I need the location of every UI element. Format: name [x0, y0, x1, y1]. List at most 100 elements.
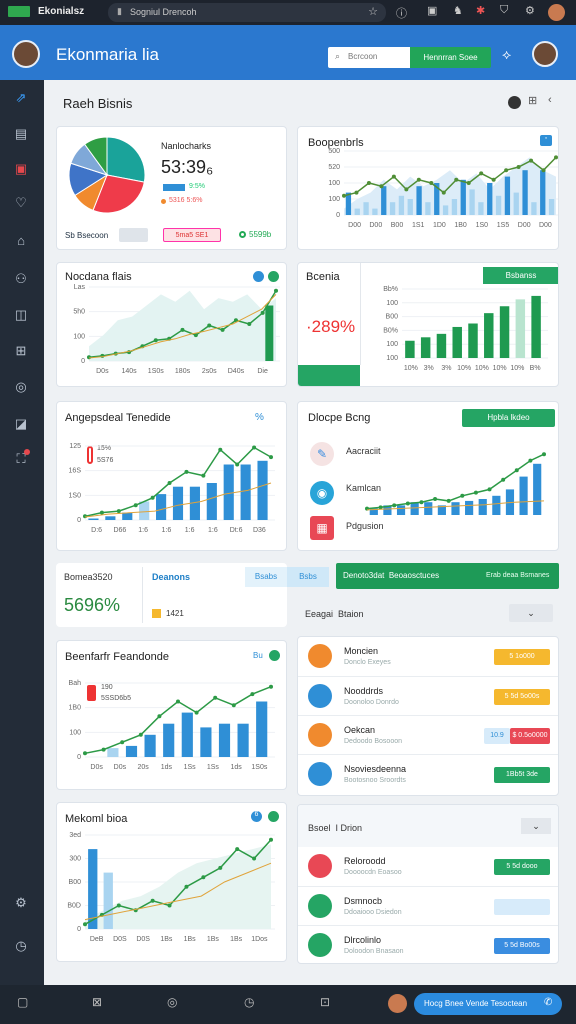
sidebar-window-icon[interactable]: ◫ — [12, 307, 30, 323]
compass-icon[interactable] — [308, 933, 332, 957]
list1-row-button[interactable]: 1Bb5t 3de — [494, 767, 550, 783]
user-avatar[interactable] — [12, 40, 40, 68]
sidebar-chart-icon[interactable]: ◪ — [12, 416, 30, 432]
sidebar-inbox-icon[interactable]: ▣ — [12, 161, 30, 177]
star-icon[interactable]: ☆ — [368, 5, 378, 18]
section-dropdown[interactable]: ⌄ — [509, 604, 553, 622]
summary-pie-card[interactable]: Nanlocharks 53:39₆ 9:5% 5316 5:6% Sb Bse… — [56, 126, 287, 250]
list2-row[interactable]: Dsmnocb Ddoaiooo Dsiedon — [298, 886, 558, 925]
bottom-clock-icon[interactable]: ◷ — [244, 995, 254, 1009]
screenshot-icon[interactable]: ▣ — [427, 4, 437, 17]
extension-icon[interactable]: ♞ — [453, 4, 463, 17]
bottom-mail-icon[interactable]: ⊠ — [92, 995, 102, 1009]
list2-row-button[interactable] — [494, 899, 550, 915]
browser-tab-title[interactable]: Ekonialsz — [38, 6, 84, 17]
line-point-4 — [391, 174, 396, 179]
card2-info-icon[interactable]: ◦ — [540, 135, 552, 146]
line-point-3 — [138, 732, 143, 737]
bottom-text-icon[interactable]: ▢ — [17, 995, 28, 1009]
x-tick-label: D00 — [518, 222, 531, 229]
bottom-globe-icon[interactable]: ◎ — [167, 995, 177, 1009]
target-icon[interactable]: ◉ — [310, 481, 334, 505]
header-action-button[interactable]: Hennrran Soee — [410, 47, 491, 68]
area-fill — [89, 290, 276, 361]
flag-icon[interactable] — [308, 854, 332, 878]
browser-avatar[interactable] — [548, 4, 565, 21]
browser-gear-icon[interactable]: ⚙ — [525, 4, 535, 17]
line-point-7 — [213, 695, 218, 700]
bottom-lock-icon[interactable]: ⊡ — [320, 995, 330, 1009]
list2-row-button[interactable]: 5 5d Bo00s — [494, 938, 550, 954]
list1-row-button[interactable]: 5 1o000 — [494, 649, 550, 665]
search-box[interactable]: ⌕ Bcrcoon — [328, 47, 410, 68]
card4-green-tab[interactable]: Bsbanss — [483, 267, 558, 284]
sidebar-home-icon[interactable]: ⌂ — [12, 233, 30, 249]
pie-card-label: Nanlocharks — [161, 141, 212, 151]
grid-view-icon[interactable]: ⊞ — [528, 94, 537, 107]
info-icon[interactable]: ⓘ — [396, 5, 407, 21]
trend-card-10[interactable]: Mekoml bioa 6 3ed 300 B00 B0D 0 DeB D0S D0S 1Bs 1… — [56, 802, 287, 962]
brush-icon[interactable]: ✎ — [310, 442, 334, 466]
card8-button-b[interactable]: Bsbs — [287, 567, 329, 587]
wallet-icon[interactable] — [308, 644, 332, 668]
theme-toggle-icon[interactable] — [508, 96, 521, 109]
card9-tag-b-icon[interactable] — [269, 650, 280, 661]
card6-button[interactable]: Hpbla lkdeo — [462, 409, 555, 427]
footer-c-pill[interactable]: 5ma5 SE1 — [163, 228, 221, 242]
page-menu-icon[interactable]: ‹ — [548, 94, 552, 106]
y-tick-label: 100 — [386, 300, 398, 307]
sidebar-heart-icon[interactable]: ♡ — [12, 195, 30, 211]
list1-row[interactable]: Nsoviesdeenna Bootosnoo Sroordts 1Bb5t 3de — [298, 754, 558, 793]
card3-tag-icon[interactable] — [253, 271, 264, 282]
list2-dropdown[interactable]: ⌄ — [521, 818, 551, 834]
trend-card-4[interactable]: Bcenia ·289% Bsbanss Bb% 100 B00 B0% 100 100 1… — [297, 262, 559, 387]
line-point-2 — [116, 509, 121, 514]
list1-row[interactable]: Moncien Donclo Exeyes 5 1o000 — [298, 637, 558, 676]
sidebar-clock-icon[interactable]: ◷ — [12, 938, 30, 954]
sidebar-notification-icon[interactable]: ⛶ — [12, 449, 30, 467]
shield-icon[interactable]: ⛉ — [500, 4, 508, 17]
y-tick-label: B00 — [69, 879, 82, 886]
list2-row-button[interactable]: 5 5d dooo — [494, 859, 550, 875]
address-bar[interactable]: ▮ Sogniul Drencoh ☆ — [108, 3, 386, 22]
bar-6 — [451, 502, 460, 515]
trend-card-2[interactable]: Boopenbrls ◦ 500 520 100 100 0 D00 D00 B00 1S1 1D… — [297, 126, 559, 250]
list1-row-button-b[interactable]: $ 0.5o0000 — [510, 728, 550, 744]
trend-card-6[interactable]: Dlocpe Bcng Hpbla lkdeo ✎ Aacraciit ◉ Ka… — [297, 401, 559, 551]
sidebar-grid-icon[interactable]: ⊞ — [12, 343, 30, 359]
sidebar-reports-icon[interactable]: ▤ — [12, 126, 30, 142]
sidebar-analytics-icon[interactable]: ⇗ — [12, 90, 30, 106]
share-icon[interactable]: ⟡ — [502, 46, 511, 63]
bottom-avatar[interactable] — [388, 994, 407, 1013]
calendar-icon[interactable]: ▦ — [310, 516, 334, 540]
line-point-0 — [83, 514, 87, 519]
trend-card-9[interactable]: Beenfarfr Feandonde Bu 190 5SSD6b5 Bah 1B… — [56, 640, 287, 790]
card3-tag-icon-2[interactable] — [268, 271, 279, 282]
card5-tag-icon[interactable]: % — [255, 412, 264, 423]
trend-card-3[interactable]: Nocdana flais Las 5h0 100 0 D0s 140s 1S0s 180s 2… — [56, 262, 287, 387]
rocket-icon[interactable] — [308, 762, 332, 786]
growth-icon[interactable] — [308, 894, 332, 918]
card9-tag-a[interactable]: Bu — [253, 651, 263, 660]
list2-row[interactable]: Reloroodd Doooocdn Eoasoo 5 5d dooo — [298, 847, 558, 886]
list1-row-button-a[interactable]: 10.9 — [484, 728, 510, 744]
trend-card-5[interactable]: Angepsdeal Tenedide % 15% 5S76 125 16S 1S0… — [56, 401, 287, 551]
bottom-action-button[interactable]: Hocg Bnee Vende Tesoctean ✆ — [414, 993, 562, 1015]
card8-button-a[interactable]: Bsabs — [245, 567, 287, 587]
card10-tag-2-icon[interactable] — [268, 811, 279, 822]
list2-row[interactable]: Dlrcolinlo Doloodon Bnasaon 5 5d Bo00s — [298, 925, 558, 963]
green-banner[interactable]: Denoto3dat Beoaosctuces Erab deaa Bsmane… — [336, 563, 559, 589]
gift-icon[interactable] — [308, 723, 332, 747]
chat-icon[interactable] — [308, 684, 332, 708]
list1-row[interactable]: Oekcan Dedoodo Bosooon 10.9 $ 0.5o0000 — [298, 715, 558, 754]
pin-icon[interactable]: ✱ — [476, 4, 485, 17]
card10-tag[interactable]: 6 — [251, 811, 262, 822]
list1-row-button[interactable]: 5 5d 5o00s — [494, 689, 550, 705]
sidebar-settings-icon[interactable]: ⚙ — [12, 895, 30, 911]
footer-b-pill[interactable]: Bmcgcin: — [119, 228, 148, 242]
status-dot-icon — [239, 231, 246, 238]
profile-avatar[interactable] — [532, 41, 558, 67]
list1-row[interactable]: Nooddrds Doonoloo Donrdo 5 5d 5o00s — [298, 676, 558, 715]
sidebar-users-icon[interactable]: ⚇ — [12, 271, 30, 287]
sidebar-globe-icon[interactable]: ◎ — [12, 379, 30, 395]
